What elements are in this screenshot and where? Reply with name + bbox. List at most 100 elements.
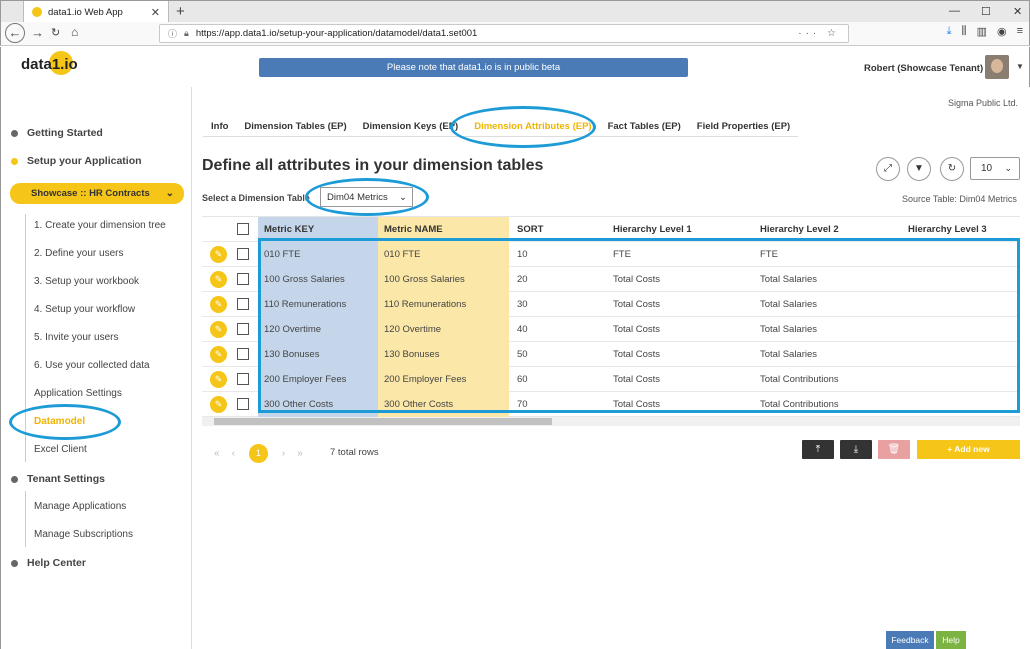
page-size-select[interactable]: 10 ⌄	[970, 157, 1020, 180]
sidebar-item-manage-subscriptions[interactable]: Manage Subscriptions	[34, 529, 133, 540]
edit-icon[interactable]: ✎	[210, 296, 227, 313]
page-title: Define all attributes in your dimension …	[202, 157, 544, 174]
prev-page-icon[interactable]: ‹	[232, 448, 235, 459]
row-checkbox[interactable]	[237, 373, 249, 385]
row-checkbox[interactable]	[237, 323, 249, 335]
new-tab-icon[interactable]: +	[176, 3, 185, 20]
row-checkbox[interactable]	[237, 273, 249, 285]
last-page-icon[interactable]: »	[297, 448, 303, 459]
sidebar-getting-started[interactable]: Getting Started	[11, 127, 103, 139]
row-checkbox[interactable]	[237, 248, 249, 260]
edit-icon[interactable]: ✎	[210, 321, 227, 338]
chevron-down-icon[interactable]: ▼	[1016, 62, 1024, 71]
sidebar: Getting Started Setup your Application S…	[0, 87, 192, 649]
edit-icon[interactable]: ✎	[210, 271, 227, 288]
account-icon[interactable]: ◉	[997, 25, 1007, 38]
tab-field-properties[interactable]: Field Properties (EP)	[689, 117, 798, 136]
home-icon[interactable]: ⌂	[71, 25, 78, 39]
tab-fact-tables[interactable]: Fact Tables (EP)	[600, 117, 689, 136]
app-header: data1.io Please note that data1.io is in…	[0, 47, 1030, 87]
next-page-icon[interactable]: ›	[282, 448, 285, 459]
filter-icon[interactable]: ▼	[907, 157, 931, 181]
bullet-icon	[11, 559, 18, 567]
browser-tab[interactable]: data1.io Web App ✕	[23, 1, 169, 23]
sidebar-setup[interactable]: Setup your Application	[11, 155, 142, 167]
sidebar-item-users[interactable]: 2. Define your users	[34, 248, 124, 259]
trash-icon[interactable]: 🗑︎	[878, 440, 910, 459]
chevron-down-icon: ⌄	[165, 188, 174, 199]
source-table: Source Table: Dim04 Metrics	[902, 194, 1017, 204]
maximize-icon[interactable]: ☐	[981, 5, 991, 18]
highlight-ring	[450, 106, 596, 148]
sidebar-item-invite[interactable]: 5. Invite your users	[34, 332, 118, 343]
browser-toolbar: ← → ↻ ⌂ ⓘ 🔒︎ https://app.data1.io/setup-…	[0, 22, 1030, 46]
info-icon: ⓘ	[168, 29, 178, 39]
avatar[interactable]	[985, 55, 1009, 79]
sidebar-toggle-icon[interactable]: ▥	[977, 25, 987, 38]
edit-icon[interactable]: ✎	[210, 346, 227, 363]
highlight-ring	[305, 178, 429, 216]
first-page-icon[interactable]: «	[214, 448, 220, 459]
help-button[interactable]: Help	[936, 631, 966, 649]
minimize-icon[interactable]: —	[949, 5, 960, 17]
sidebar-item-collected-data[interactable]: 6. Use your collected data	[34, 360, 150, 371]
reload-icon[interactable]: ↻	[51, 26, 60, 39]
menu-icon[interactable]: ≡	[1017, 25, 1023, 38]
sidebar-help-center[interactable]: Help Center	[11, 557, 86, 569]
refresh-icon[interactable]: ↻	[940, 157, 964, 181]
back-icon[interactable]: ←	[5, 23, 25, 43]
company-name: Sigma Public Ltd.	[948, 98, 1019, 108]
lock-icon: 🔒︎	[184, 28, 189, 38]
row-checkbox[interactable]	[237, 398, 249, 410]
pagination: « ‹ 1 › »	[208, 444, 309, 463]
feedback-button[interactable]: Feedback	[886, 631, 934, 649]
browser-tab-strip: data1.io Web App ✕ + — ☐ ✕	[0, 0, 1030, 23]
sidebar-item-dimension-tree[interactable]: 1. Create your dimension tree	[34, 220, 166, 231]
page-button[interactable]: 1	[248, 444, 268, 463]
user-name[interactable]: Robert (Showcase Tenant)	[864, 63, 983, 74]
sidebar-tenant-settings[interactable]: Tenant Settings	[11, 473, 105, 485]
url-bar[interactable]: ⓘ 🔒︎ https://app.data1.io/setup-your-app…	[159, 24, 849, 43]
toolbar-icons: ⤓ ⫼ ▥ ◉ ≡	[947, 25, 1023, 38]
logo[interactable]: data1.io	[21, 51, 78, 75]
edit-icon[interactable]: ✎	[210, 371, 227, 388]
row-checkbox[interactable]	[237, 348, 249, 360]
download-icon[interactable]: ⤓	[947, 25, 952, 38]
sidebar-item-manage-applications[interactable]: Manage Applications	[34, 501, 126, 512]
library-icon[interactable]: ⫼	[962, 25, 967, 38]
sidebar-item-workbook[interactable]: 3. Setup your workbook	[34, 276, 139, 287]
chevron-down-icon: ⌄	[1004, 163, 1012, 173]
scrollbar-thumb[interactable]	[214, 418, 552, 425]
highlight-ring	[9, 404, 121, 440]
horizontal-scrollbar[interactable]	[202, 417, 1020, 426]
forward-icon[interactable]: →	[31, 25, 44, 40]
edit-icon[interactable]: ✎	[210, 396, 227, 413]
bullet-icon	[11, 129, 18, 137]
page-actions-icon[interactable]: ··· ☆	[798, 28, 840, 39]
select-all-checkbox[interactable]	[237, 223, 249, 235]
url-text: https://app.data1.io/setup-your-applicat…	[195, 28, 478, 39]
total-rows: 7 total rows	[330, 447, 379, 458]
row-checkbox[interactable]	[237, 298, 249, 310]
select-label: Select a Dimension Table	[202, 193, 310, 203]
tab-info[interactable]: Info	[203, 117, 236, 136]
bullet-icon	[11, 475, 18, 483]
beta-notice: Please note that data1.io is in public b…	[259, 58, 688, 77]
expand-icon[interactable]: ⤢	[876, 157, 900, 181]
sidebar-item-excel-client[interactable]: Excel Client	[34, 444, 87, 455]
highlight-box	[258, 238, 1020, 413]
sidebar-item-app-settings[interactable]: Application Settings	[34, 388, 122, 399]
close-tab-icon[interactable]: ✕	[151, 6, 160, 19]
close-window-icon[interactable]: ✕	[1013, 5, 1022, 18]
favicon-icon	[32, 7, 42, 17]
app-selector[interactable]: Showcase :: HR Contracts ⌄	[10, 183, 184, 204]
tab-dimension-tables[interactable]: Dimension Tables (EP)	[236, 117, 354, 136]
edit-icon[interactable]: ✎	[210, 246, 227, 263]
upload-icon[interactable]: ⤒	[802, 440, 834, 459]
browser-tab-title: data1.io Web App	[48, 6, 123, 18]
add-new-button[interactable]: + Add new	[917, 440, 1020, 459]
bullet-icon	[11, 157, 18, 165]
sidebar-item-workflow[interactable]: 4. Setup your workflow	[34, 304, 135, 315]
divider	[25, 491, 26, 547]
download-icon[interactable]: ⤓	[840, 440, 872, 459]
